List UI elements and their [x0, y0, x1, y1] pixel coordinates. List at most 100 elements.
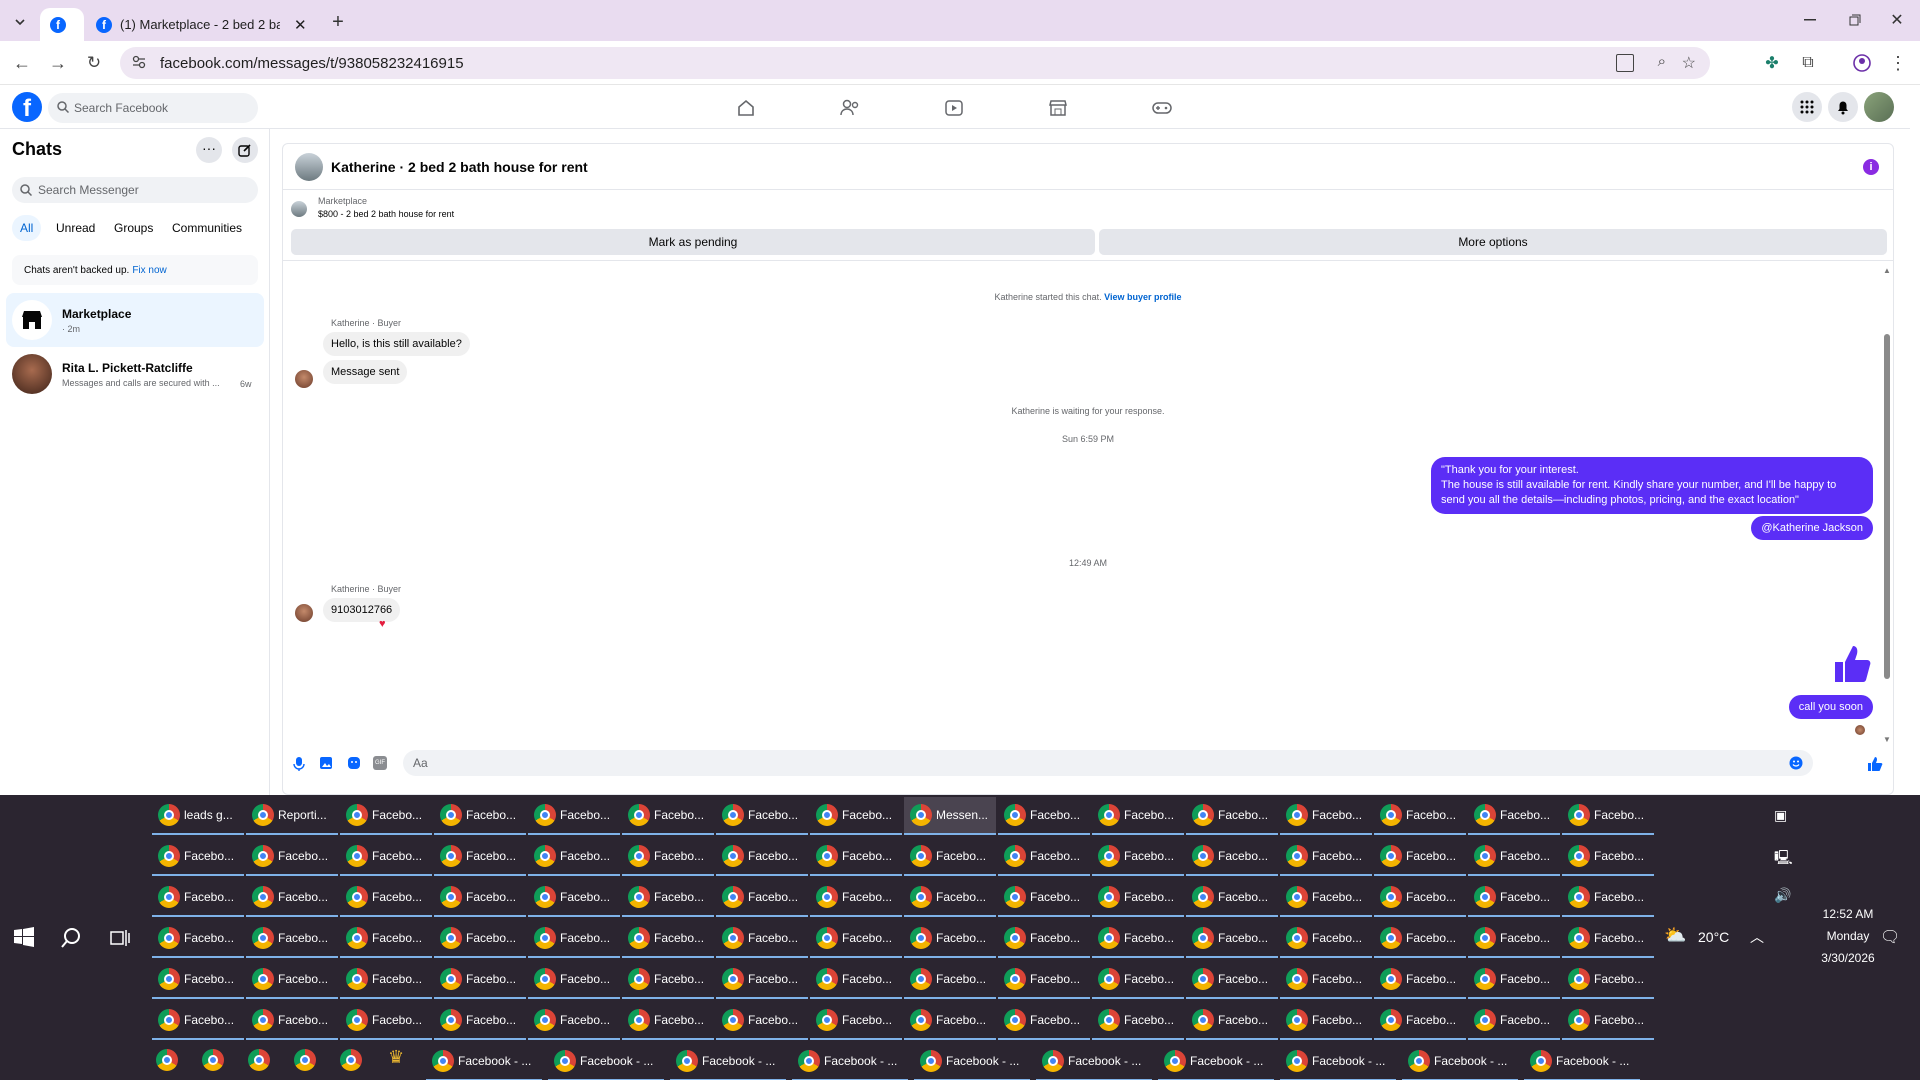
marketplace-icon[interactable] — [1046, 96, 1070, 120]
taskbar-window-button[interactable]: Facebo... — [1280, 1002, 1372, 1040]
chrome-pinned-icon[interactable] — [248, 1049, 270, 1071]
taskbar-window-button[interactable]: Facebo... — [1186, 961, 1278, 999]
close-window-icon[interactable]: ✕ — [1882, 8, 1912, 32]
taskbar-window-button[interactable]: Facebo... — [810, 797, 902, 835]
taskbar-window-button[interactable]: Facebo... — [1468, 961, 1560, 999]
more-options-button[interactable]: More options — [1099, 229, 1887, 255]
taskbar-window-button[interactable]: Facebook - ... — [1280, 1043, 1396, 1080]
taskbar-window-button[interactable]: Facebo... — [716, 920, 808, 958]
taskbar-window-button[interactable]: Facebo... — [998, 797, 1090, 835]
taskbar-window-button[interactable]: Facebo... — [434, 879, 526, 917]
back-icon[interactable]: ← — [10, 51, 34, 75]
taskbar-window-button[interactable]: Facebo... — [1562, 920, 1654, 958]
message-outgoing[interactable]: "Thank you for your interest. The house … — [1431, 457, 1873, 514]
taskbar-window-button[interactable]: Facebo... — [1374, 838, 1466, 876]
conversation-rita[interactable]: Rita L. Pickett-Ratcliffe Messages and c… — [6, 347, 264, 401]
conversation-marketplace[interactable]: Marketplace · 2m — [6, 293, 264, 347]
taskbar-window-button[interactable]: Facebo... — [246, 1002, 338, 1040]
taskbar-window-button[interactable]: Facebo... — [152, 879, 244, 917]
browser-menu-icon[interactable]: ⋮ — [1886, 51, 1910, 75]
taskbar-window-button[interactable]: Facebo... — [434, 797, 526, 835]
taskbar-window-button[interactable]: Facebo... — [1186, 920, 1278, 958]
video-icon[interactable] — [942, 96, 966, 120]
taskbar-window-button[interactable]: Facebo... — [1092, 1002, 1184, 1040]
gaming-icon[interactable] — [1150, 96, 1174, 120]
taskbar-window-button[interactable]: Facebo... — [340, 961, 432, 999]
sticker-icon[interactable] — [347, 756, 361, 770]
taskbar-window-button[interactable]: Facebo... — [1468, 838, 1560, 876]
taskbar-window-button[interactable]: Facebo... — [904, 838, 996, 876]
taskbar-window-button[interactable]: Facebo... — [622, 1002, 714, 1040]
taskbar-window-button[interactable]: Facebo... — [622, 920, 714, 958]
taskbar-window-button[interactable]: Facebook - ... — [1036, 1043, 1152, 1080]
messenger-search-input[interactable]: Search Messenger — [12, 177, 258, 203]
taskbar-window-button[interactable]: Facebook - ... — [426, 1043, 542, 1080]
taskbar-window-button[interactable]: Reporti... — [246, 797, 338, 835]
address-bar[interactable]: facebook.com/messages/t/938058232416915 … — [120, 47, 1710, 79]
scroll-up-arrow-icon[interactable]: ▲ — [1883, 266, 1891, 275]
notifications-bell-icon[interactable] — [1828, 92, 1858, 122]
network-icon[interactable]: 🖳 — [1774, 847, 1793, 871]
taskbar-window-button[interactable]: Facebo... — [528, 838, 620, 876]
taskbar-window-button[interactable]: Facebo... — [716, 797, 808, 835]
taskbar-window-button[interactable]: Facebo... — [1280, 838, 1372, 876]
taskbar-window-button[interactable]: Facebo... — [246, 920, 338, 958]
start-windows-icon[interactable] — [14, 927, 34, 947]
filter-unread[interactable]: Unread — [48, 215, 103, 241]
taskbar-window-button[interactable]: Facebook - ... — [1402, 1043, 1518, 1080]
taskbar-window-button[interactable]: Facebo... — [904, 879, 996, 917]
taskbar-window-button[interactable]: Facebo... — [1468, 920, 1560, 958]
search-icon[interactable] — [60, 927, 82, 949]
view-buyer-profile-link[interactable]: View buyer profile — [1104, 292, 1181, 302]
taskbar-window-button[interactable]: Facebo... — [528, 961, 620, 999]
taskbar-window-button[interactable]: Messen... — [904, 797, 996, 835]
taskbar-window-button[interactable]: Facebook - ... — [792, 1043, 908, 1080]
taskbar-window-button[interactable]: Facebo... — [1374, 797, 1466, 835]
taskbar-window-button[interactable]: Facebo... — [1374, 879, 1466, 917]
taskbar-window-button[interactable]: Facebo... — [716, 838, 808, 876]
taskbar-window-button[interactable]: Facebo... — [340, 920, 432, 958]
facebook-search-input[interactable]: Search Facebook — [48, 93, 258, 123]
forward-icon[interactable]: → — [46, 51, 70, 75]
taskbar-window-button[interactable]: Facebo... — [1186, 797, 1278, 835]
chats-more-button[interactable]: ··· — [196, 137, 222, 163]
taskbar-window-button[interactable]: Facebook - ... — [548, 1043, 664, 1080]
taskbar-window-button[interactable]: Facebook - ... — [914, 1043, 1030, 1080]
new-tab-icon[interactable]: + — [326, 10, 350, 34]
home-icon[interactable] — [734, 96, 758, 120]
message-outgoing-mention[interactable]: @Katherine Jackson — [1751, 516, 1873, 540]
taskbar-window-button[interactable]: Facebo... — [152, 920, 244, 958]
message-incoming[interactable]: Hello, is this still available? — [323, 332, 470, 356]
taskbar-window-button[interactable]: Facebo... — [1562, 879, 1654, 917]
gif-icon[interactable]: GIF — [373, 756, 387, 770]
chrome-pinned-icon[interactable] — [340, 1049, 362, 1071]
taskbar-window-button[interactable]: Facebo... — [1092, 879, 1184, 917]
mark-as-pending-button[interactable]: Mark as pending — [291, 229, 1095, 255]
photo-icon[interactable] — [319, 756, 333, 770]
taskbar-window-button[interactable]: Facebo... — [434, 961, 526, 999]
profile-icon[interactable] — [1850, 51, 1874, 75]
weather-icon[interactable]: ⛅ — [1664, 925, 1686, 946]
taskbar-window-button[interactable]: Facebo... — [810, 838, 902, 876]
restore-icon[interactable] — [1840, 8, 1870, 32]
taskbar-window-button[interactable]: Facebo... — [1186, 838, 1278, 876]
taskbar-window-button[interactable]: Facebo... — [340, 838, 432, 876]
task-view-icon[interactable] — [110, 929, 130, 947]
taskbar-window-button[interactable]: Facebo... — [152, 838, 244, 876]
taskbar-window-button[interactable]: Facebo... — [528, 1002, 620, 1040]
taskbar-window-button[interactable]: Facebo... — [716, 961, 808, 999]
taskbar-window-button[interactable]: Facebo... — [998, 838, 1090, 876]
bookmark-star-icon[interactable]: ☆ — [1682, 53, 1696, 73]
tab-close-icon[interactable]: ✕ — [294, 16, 307, 34]
taskbar-window-button[interactable]: Facebo... — [1562, 838, 1654, 876]
taskbar-window-button[interactable]: Facebo... — [716, 879, 808, 917]
taskbar-window-button[interactable]: Facebo... — [810, 1002, 902, 1040]
emoji-icon[interactable] — [1789, 756, 1803, 770]
new-message-icon[interactable] — [232, 137, 258, 163]
taskbar-window-button[interactable]: Facebo... — [1280, 920, 1372, 958]
volume-icon[interactable]: 🔊 — [1774, 887, 1791, 904]
taskbar-window-button[interactable]: Facebo... — [340, 797, 432, 835]
zoom-icon[interactable]: ⌕ — [1658, 53, 1666, 70]
taskbar-window-button[interactable]: Facebo... — [434, 1002, 526, 1040]
taskbar-window-button[interactable]: Facebo... — [810, 920, 902, 958]
